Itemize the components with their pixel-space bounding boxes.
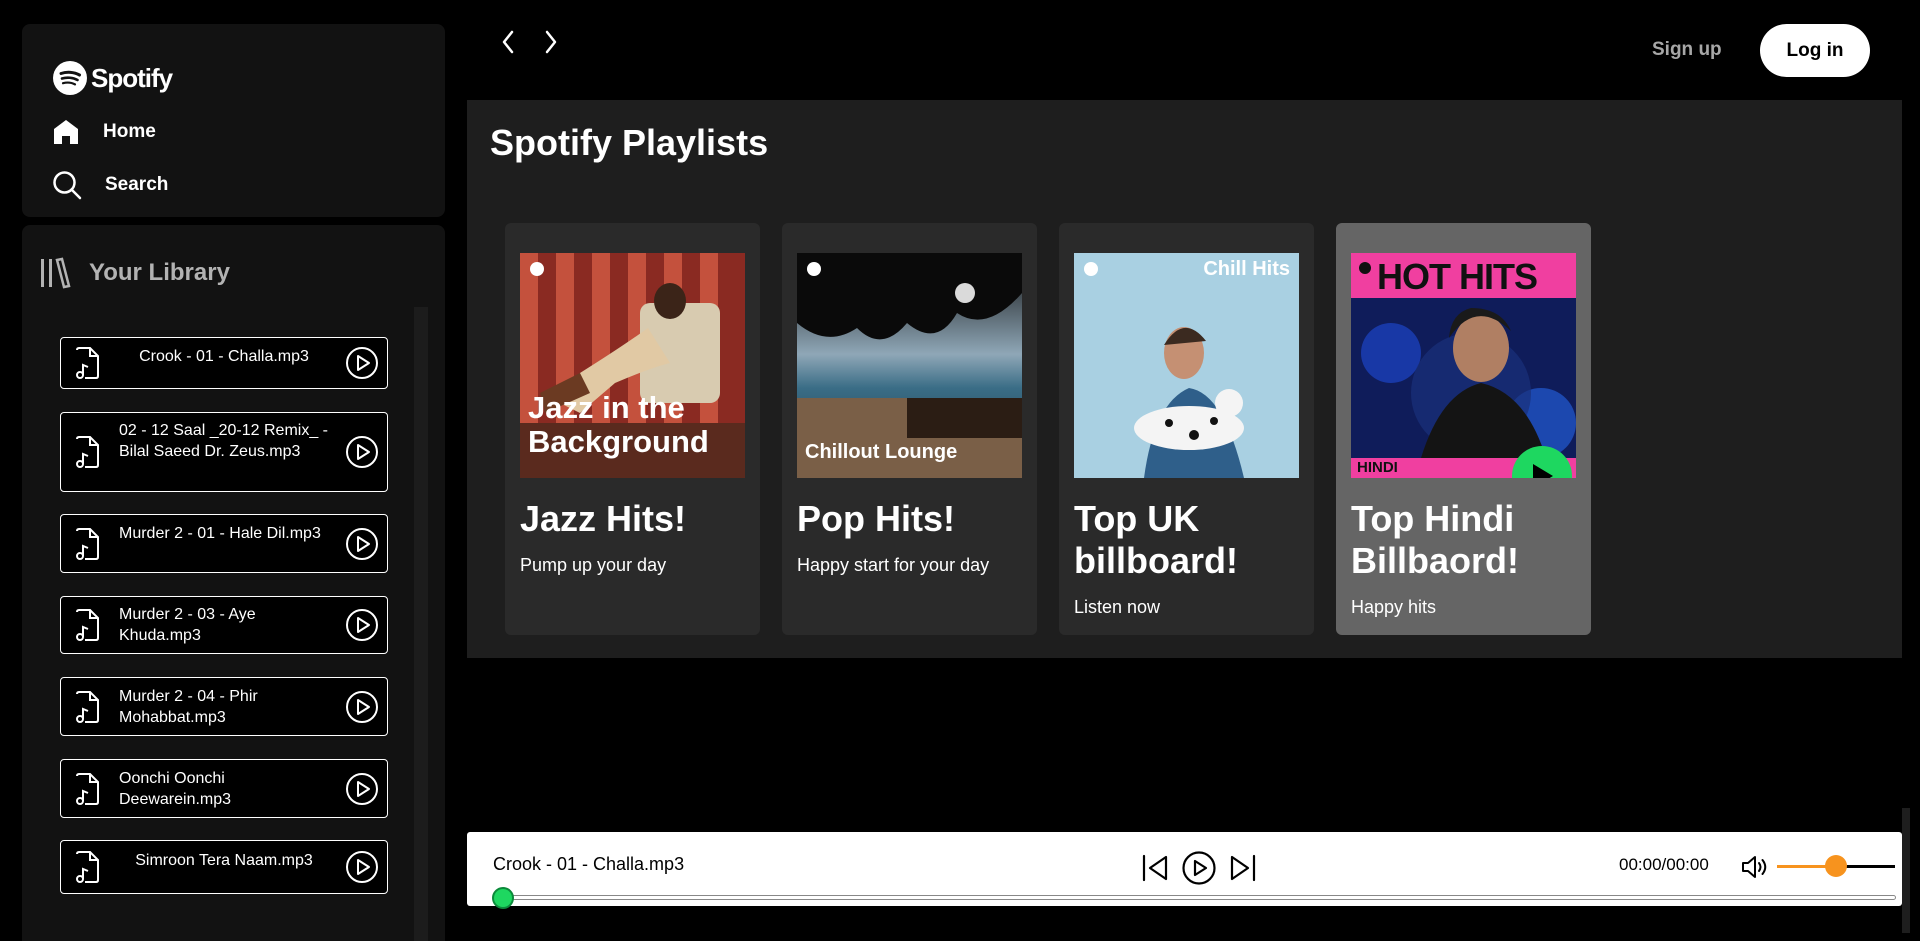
cover-text: Jazz in the Background	[528, 390, 709, 459]
library-panel: Your Library Crook - 01 - Challa.mp3 02 …	[22, 225, 445, 941]
playlist-card[interactable]: Jazz in the Background Jazz Hits! Pump u…	[505, 223, 760, 635]
library-song-item[interactable]: Oonchi Oonchi Deewarein.mp3	[60, 759, 388, 818]
cover-text: Chillout Lounge	[805, 441, 958, 463]
cover-subtext: HINDI	[1357, 459, 1398, 476]
song-title: Murder 2 - 01 - Hale Dil.mp3	[119, 525, 321, 542]
player-bar: Crook - 01 - Challa.mp3 00:00/00:00	[467, 832, 1902, 909]
song-title: Oonchi Oonchi Deewarein.mp3	[119, 770, 232, 808]
nav-home-label: Home	[103, 121, 156, 142]
card-title: Top UK billboard!	[1074, 498, 1238, 581]
login-button[interactable]: Log in	[1760, 24, 1870, 77]
play-circle-icon[interactable]	[345, 527, 379, 561]
page-title: Spotify Playlists	[490, 122, 769, 163]
playlist-card[interactable]: HOT HITS HINDI Top Hindi Billbaord! Happ…	[1336, 223, 1591, 635]
home-icon	[54, 120, 78, 144]
cover-text: Chill Hits	[1203, 258, 1290, 280]
play-icon	[1533, 464, 1553, 478]
playlist-card[interactable]: Chillout Lounge Pop Hits! Happy start fo…	[782, 223, 1037, 635]
spotify-logo-text: Spotify	[91, 62, 173, 93]
library-icon	[41, 257, 71, 289]
seek-bar[interactable]	[504, 895, 1896, 900]
playlist-cover: Chill Hits	[1074, 253, 1299, 478]
nav-panel: Spotify Home Search	[22, 24, 445, 217]
library-header[interactable]: Your Library	[39, 257, 230, 289]
page-scrollbar[interactable]	[1902, 808, 1910, 933]
library-song-item[interactable]: Murder 2 - 01 - Hale Dil.mp3	[60, 514, 388, 573]
card-description: Happy hits	[1351, 597, 1437, 617]
music-file-icon	[76, 772, 99, 805]
player-controls	[1139, 850, 1259, 886]
music-file-icon	[76, 851, 99, 883]
song-title: Simroon Tera Naam.mp3	[135, 852, 313, 869]
library-title: Your Library	[89, 259, 230, 286]
card-description: Listen now	[1074, 597, 1161, 617]
card-title: Jazz Hits!	[520, 498, 687, 539]
playlist-cover: Jazz in the Background	[520, 253, 745, 478]
music-file-icon	[76, 690, 99, 723]
music-file-icon	[76, 527, 99, 560]
music-file-icon	[76, 609, 99, 641]
play-pause-icon[interactable]	[1181, 850, 1217, 886]
forward-arrow-icon[interactable]	[542, 28, 560, 56]
song-title: Murder 2 - 03 - Aye Khuda.mp3	[119, 606, 256, 644]
card-title: Top Hindi Billbaord!	[1351, 498, 1519, 581]
song-title: Crook - 01 - Challa.mp3	[139, 348, 309, 365]
library-scrollbar[interactable]	[414, 307, 428, 941]
volume-icon[interactable]	[1741, 854, 1769, 880]
play-circle-icon[interactable]	[345, 435, 379, 469]
back-arrow-icon[interactable]	[499, 28, 517, 56]
library-song-item[interactable]: Simroon Tera Naam.mp3	[60, 840, 388, 894]
nav-search-label: Search	[105, 174, 169, 195]
play-circle-icon[interactable]	[345, 690, 379, 724]
now-playing-title: Crook - 01 - Challa.mp3	[493, 854, 685, 874]
play-circle-icon[interactable]	[345, 850, 379, 884]
song-title: 02 - 12 Saal _20-12 Remix_ - Bilal Saeed…	[119, 422, 328, 460]
cover-text: HOT HITS	[1377, 256, 1538, 297]
play-circle-icon[interactable]	[345, 772, 379, 806]
library-song-item[interactable]: 02 - 12 Saal _20-12 Remix_ - Bilal Saeed…	[60, 412, 388, 492]
playlist-cover: HOT HITS HINDI	[1351, 253, 1576, 478]
library-song-item[interactable]: Crook - 01 - Challa.mp3	[60, 337, 388, 389]
volume-slider[interactable]	[1777, 855, 1895, 877]
playlist-card[interactable]: Chill Hits Top UK billboard! Listen now	[1059, 223, 1314, 635]
play-circle-icon[interactable]	[345, 608, 379, 642]
nav-item-home[interactable]: Home	[52, 118, 156, 146]
time-display: 00:00/00:00	[1619, 855, 1709, 874]
card-description: Pump up your day	[520, 555, 667, 575]
seek-thumb[interactable]	[492, 887, 514, 909]
previous-track-icon[interactable]	[1139, 851, 1171, 885]
spotify-logo[interactable]: Spotify	[53, 61, 173, 95]
card-title: Pop Hits!	[797, 498, 955, 539]
song-title: Murder 2 - 04 - Phir Mohabbat.mp3	[119, 688, 258, 726]
music-file-icon	[76, 436, 99, 468]
library-song-item[interactable]: Murder 2 - 03 - Aye Khuda.mp3	[60, 596, 388, 654]
spotify-logo-icon	[53, 61, 87, 95]
play-circle-icon[interactable]	[345, 346, 379, 380]
next-track-icon[interactable]	[1227, 851, 1259, 885]
playlist-cover: Chillout Lounge	[797, 253, 1022, 478]
signup-button[interactable]: Sign up	[1652, 39, 1722, 61]
search-icon	[53, 171, 82, 200]
music-file-icon	[76, 347, 99, 379]
volume-thumb[interactable]	[1825, 855, 1847, 877]
main-content: Spotify Playlists Jazz in the Background…	[467, 100, 1902, 658]
card-description: Happy start for your day	[797, 555, 990, 575]
nav-item-search[interactable]: Search	[52, 170, 168, 200]
library-song-item[interactable]: Murder 2 - 04 - Phir Mohabbat.mp3	[60, 677, 388, 736]
